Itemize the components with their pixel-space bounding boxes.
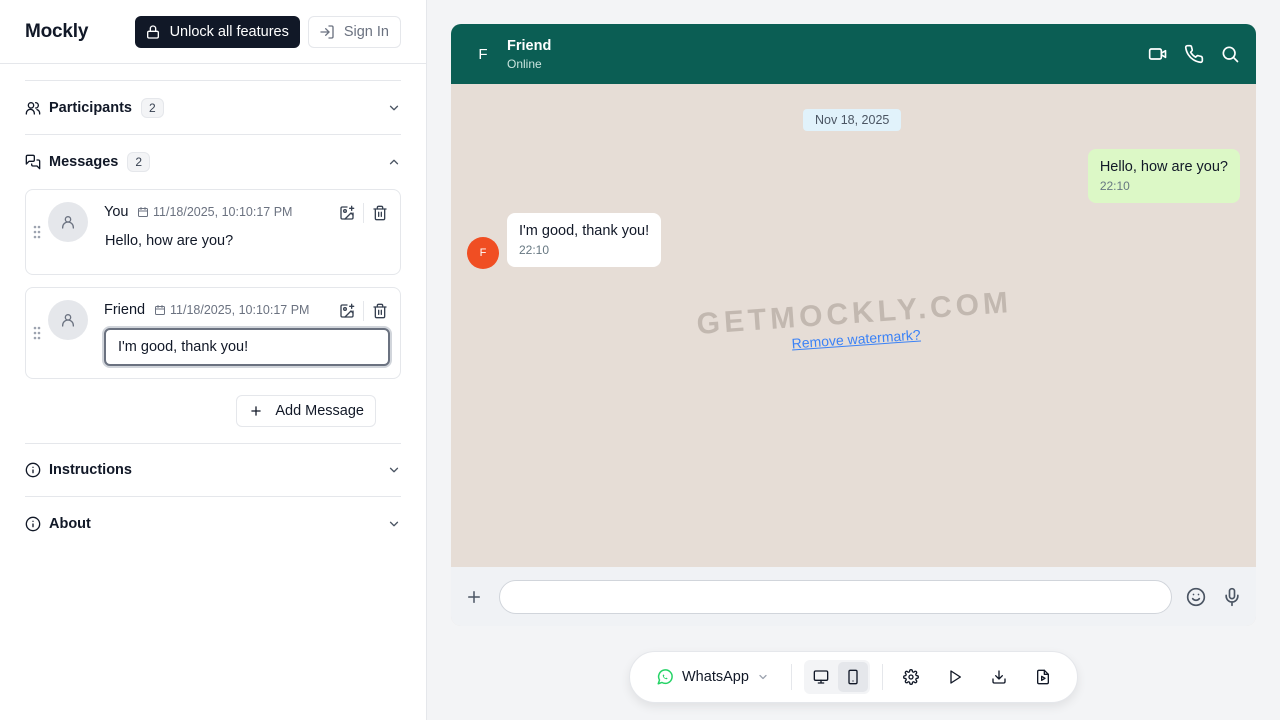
platform-label: WhatsApp — [682, 669, 749, 685]
incoming-message-text: I'm good, thank you! — [519, 223, 650, 239]
whatsapp-icon — [656, 668, 674, 686]
messages-count-badge: 2 — [127, 152, 151, 172]
plus-icon[interactable] — [465, 588, 485, 606]
toolbar-divider — [790, 664, 792, 690]
device-view-toggle — [803, 660, 870, 694]
avatar[interactable] — [48, 202, 88, 242]
message-sender: You — [104, 204, 129, 220]
avatar[interactable] — [48, 300, 88, 340]
instructions-section-toggle[interactable]: Instructions — [25, 444, 401, 497]
search-icon[interactable] — [1220, 44, 1240, 64]
chat-input-bar — [451, 567, 1256, 626]
watermark: GETMOCKLY.COM Remove watermark? — [694, 286, 1017, 360]
log-in-icon — [319, 24, 335, 40]
participants-section-toggle[interactable]: Participants 2 — [25, 81, 401, 135]
sign-in-label: Sign In — [343, 23, 389, 40]
message-text[interactable]: Hello, how are you? — [105, 233, 233, 249]
export-video-icon[interactable] — [1027, 661, 1059, 693]
incoming-message-time: 22:10 — [519, 243, 550, 257]
outgoing-message-time: 22:10 — [1099, 179, 1130, 193]
add-message-label: Add Message — [275, 403, 364, 419]
instructions-title: Instructions — [49, 462, 132, 478]
plus-icon — [249, 404, 263, 418]
add-image-icon[interactable] — [339, 205, 355, 221]
chat-messages-area: Nov 18, 2025 Hello, how are you? 22:10 F… — [451, 84, 1256, 567]
play-icon[interactable] — [939, 661, 971, 693]
info-icon — [25, 462, 41, 478]
message-timestamp-text: 11/18/2025, 10:10:17 PM — [153, 205, 293, 219]
phone-icon[interactable] — [1184, 44, 1204, 64]
message-sender: Friend — [104, 302, 146, 318]
mobile-view-button[interactable] — [837, 662, 868, 692]
trash-icon[interactable] — [372, 303, 388, 319]
message-timestamp-text: 11/18/2025, 10:10:17 PM — [170, 303, 310, 317]
message-card: You 11/18/2025, 10:10:17 PM Hello, how a… — [25, 189, 401, 275]
unlock-features-label: Unlock all features — [169, 23, 289, 40]
settings-icon[interactable] — [895, 661, 927, 693]
emoji-icon[interactable] — [1186, 587, 1206, 607]
microphone-icon[interactable] — [1222, 587, 1242, 607]
contact-status: Online — [507, 56, 542, 71]
video-call-icon[interactable] — [1148, 44, 1168, 64]
contact-name: Friend — [507, 37, 552, 54]
desktop-view-button[interactable] — [806, 662, 836, 692]
messages-section-toggle[interactable]: Messages 2 — [25, 135, 401, 189]
chat-preview: F Friend Online Nov 18, 2025 Hello, how … — [451, 24, 1256, 626]
unlock-features-button[interactable]: Unlock all features — [134, 15, 300, 48]
sidebar-header: Mockly Unlock all features Sign In — [0, 0, 426, 64]
drag-handle-icon[interactable] — [32, 190, 42, 274]
info-icon — [25, 516, 41, 532]
message-text-input[interactable] — [104, 328, 390, 366]
date-separator: Nov 18, 2025 — [803, 109, 902, 131]
participants-count-badge: 2 — [141, 97, 164, 118]
messages-icon — [25, 154, 41, 170]
users-icon — [25, 100, 41, 116]
messages-title: Messages — [49, 154, 119, 170]
download-icon[interactable] — [983, 661, 1015, 693]
action-divider — [363, 203, 364, 223]
toolbar-divider — [881, 664, 883, 690]
drag-handle-icon[interactable] — [32, 288, 42, 378]
incoming-avatar: F — [467, 237, 499, 269]
app-logo[interactable]: Mockly — [25, 21, 88, 43]
chevron-down-icon — [387, 101, 401, 115]
message-timestamp[interactable]: 11/18/2025, 10:10:17 PM — [137, 205, 292, 219]
chevron-up-icon — [387, 155, 401, 169]
calendar-icon — [154, 304, 166, 316]
add-message-button[interactable]: Add Message — [236, 395, 376, 427]
platform-select[interactable]: WhatsApp — [646, 668, 779, 686]
chat-header: F Friend Online — [451, 24, 1256, 84]
action-divider — [363, 301, 364, 321]
chevron-down-icon — [757, 671, 769, 683]
sidebar-body: Participants 2 Messages 2 You 11/18/2025… — [0, 80, 426, 550]
chevron-down-icon — [387, 463, 401, 477]
incoming-message-bubble: I'm good, thank you! 22:10 — [507, 213, 662, 267]
chevron-down-icon — [387, 517, 401, 531]
message-card: Friend 11/18/2025, 10:10:17 PM — [25, 287, 401, 379]
trash-icon[interactable] — [372, 205, 388, 221]
message-timestamp[interactable]: 11/18/2025, 10:10:17 PM — [154, 303, 309, 317]
participants-title: Participants — [49, 99, 132, 116]
about-section-toggle[interactable]: About — [25, 497, 401, 550]
sign-in-button[interactable]: Sign In — [307, 15, 401, 48]
contact-avatar[interactable]: F — [467, 38, 499, 70]
calendar-icon — [137, 206, 149, 218]
about-title: About — [49, 515, 91, 532]
outgoing-message-text: Hello, how are you? — [1099, 159, 1228, 175]
bottom-toolbar: WhatsApp — [629, 651, 1078, 703]
editor-sidebar: Mockly Unlock all features Sign In Parti… — [0, 0, 427, 720]
add-image-icon[interactable] — [339, 303, 355, 319]
lock-icon — [145, 24, 161, 40]
outgoing-message-bubble: Hello, how are you? 22:10 — [1087, 149, 1240, 203]
chat-message-input[interactable] — [499, 579, 1172, 614]
